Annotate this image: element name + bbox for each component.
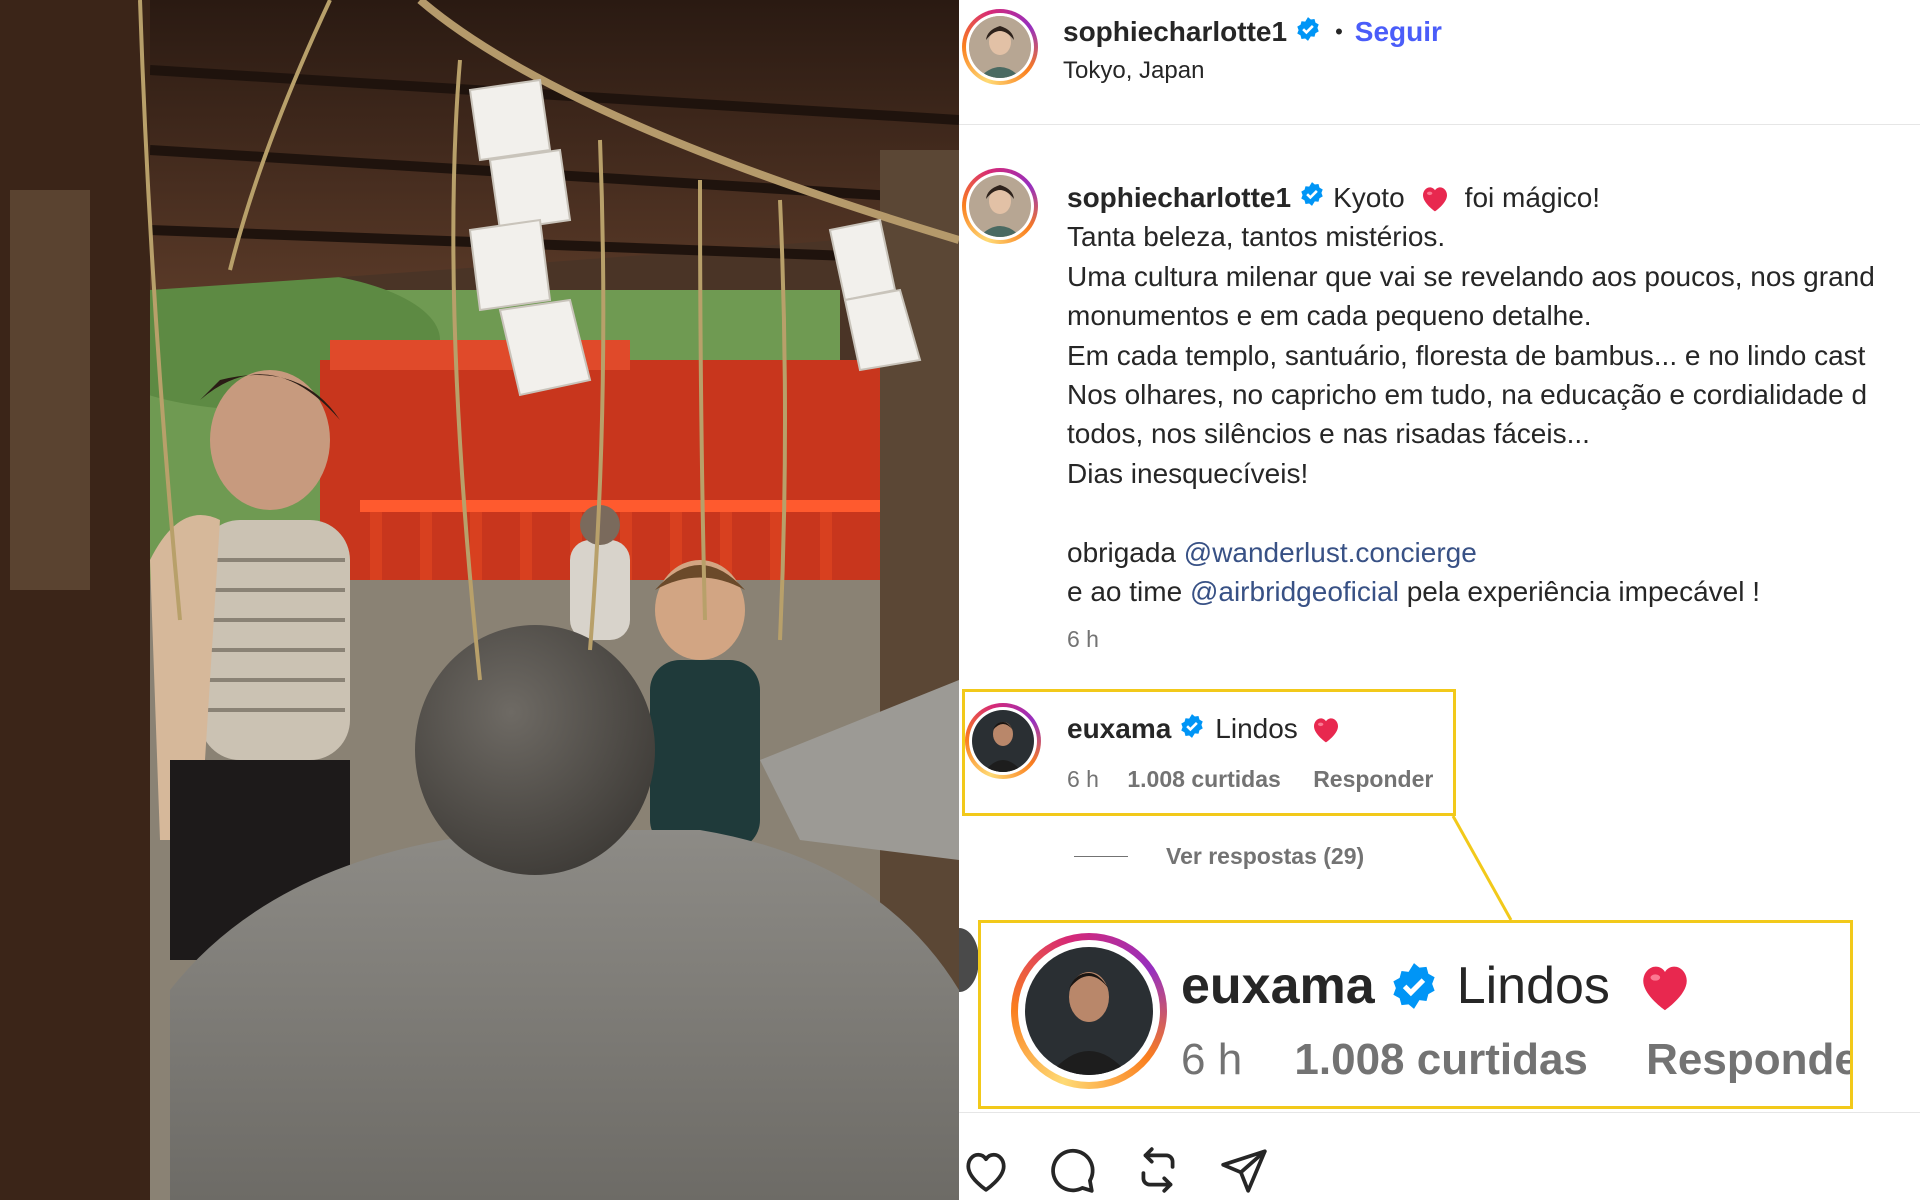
zoomed-comment-callout: euxama Lindos 6 h 1.008 curtidas Respond… [978,920,1853,1109]
zoom-verified-badge-icon [1389,961,1439,1011]
post-action-bar [959,1112,1920,1200]
share-icon[interactable] [1219,1145,1269,1200]
zoom-reply-label: Responde [1646,1035,1853,1084]
comment-icon[interactable] [1047,1145,1097,1200]
zoom-comment-text: Lindos [1456,957,1610,1015]
post-details-panel: sophiecharlotte1 • Seguir Tokyo, Japan s… [959,0,1920,1200]
zoom-avatar-image [1025,947,1153,1075]
heart-icon[interactable] [961,1147,1011,1198]
zoom-red-heart-emoji-icon [1636,959,1694,1013]
repost-icon[interactable] [1133,1145,1183,1200]
shrine-photo-illustration [0,0,959,1200]
post-photo[interactable] [0,0,959,1200]
zoom-likes-count: 1.008 curtidas [1294,1035,1588,1084]
zoom-username: euxama [1181,957,1375,1015]
zoom-timestamp: 6 h [1181,1035,1243,1084]
zoom-commenter-avatar [1011,933,1167,1089]
